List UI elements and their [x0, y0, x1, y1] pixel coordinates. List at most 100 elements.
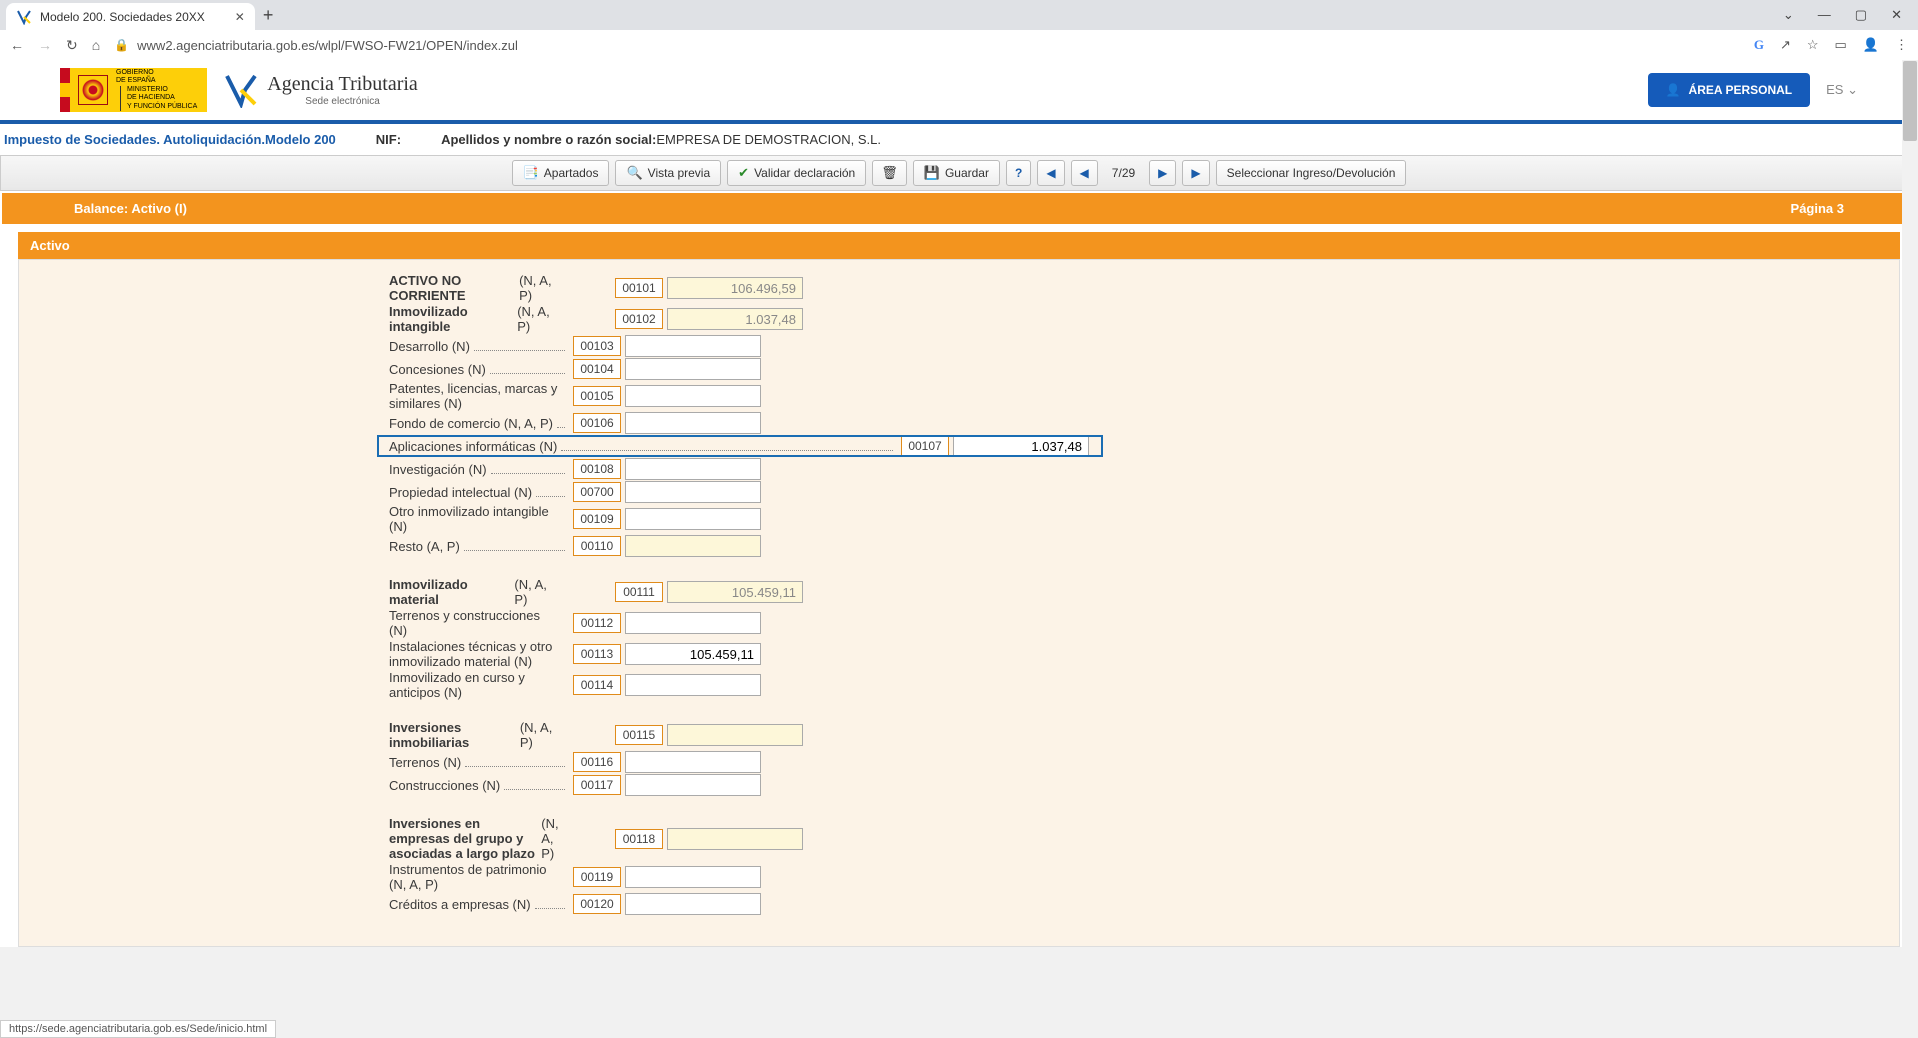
favorite-icon[interactable]: ☆: [1807, 37, 1819, 53]
field-00114[interactable]: [625, 674, 761, 696]
row-00102: Inmovilizado intangible (N, A, P) 00102: [19, 304, 1899, 334]
activo-label: Activo: [30, 238, 70, 253]
scroll-thumb[interactable]: [1903, 61, 1917, 141]
language-selector[interactable]: ES ⌄: [1826, 82, 1858, 98]
new-tab-button[interactable]: +: [263, 5, 274, 26]
row-label-bold: ACTIVO NO CORRIENTE: [389, 273, 519, 303]
code-box: 00114: [573, 675, 621, 695]
dots: [491, 473, 565, 474]
address-bar: ← → ↻ ⌂ 🔒 www2.agenciatributaria.gob.es/…: [0, 30, 1918, 60]
row-label: Terrenos (N): [389, 755, 461, 770]
min-line1: MINISTERIO: [127, 86, 168, 93]
row-00103: Desarrollo (N) 00103: [19, 335, 1899, 357]
row-label: Aplicaciones informáticas (N): [389, 439, 557, 454]
chevron-down-icon[interactable]: ⌄: [1783, 7, 1794, 23]
page-indicator: 7 / 29: [1104, 160, 1143, 186]
field-00104[interactable]: [625, 358, 761, 380]
maximize-icon[interactable]: ▢: [1855, 7, 1867, 23]
ingreso-button[interactable]: Seleccionar Ingreso/Devolución: [1216, 160, 1407, 186]
next-page-button[interactable]: ▶: [1149, 160, 1176, 186]
code-box: 00700: [573, 482, 621, 502]
nav-icons: ← → ↻ ⌂: [10, 37, 100, 54]
code-box: 00116: [573, 752, 621, 772]
browser-chrome: Modelo 200. Sociedades 20XX ✕ + ⌄ — ▢ ✕ …: [0, 0, 1918, 60]
url-box[interactable]: 🔒 www2.agenciatributaria.gob.es/wlpl/FWS…: [114, 38, 1740, 53]
field-00106[interactable]: [625, 412, 761, 434]
google-icon[interactable]: G: [1754, 37, 1764, 53]
first-page-button[interactable]: ◀: [1037, 160, 1064, 186]
reload-icon[interactable]: ↻: [66, 37, 78, 54]
guardar-button[interactable]: 💾Guardar: [913, 160, 1000, 186]
form-title-link[interactable]: Impuesto de Sociedades. Autoliquidación.…: [4, 132, 336, 147]
row-00111: Inmovilizado material (N, A, P) 00111: [19, 577, 1899, 607]
row-00109: Otro inmovilizado intangible (N) 00109: [19, 504, 1899, 534]
min-line3: Y FUNCIÓN PÚBLICA: [127, 103, 197, 110]
scrollbar[interactable]: [1902, 60, 1918, 1038]
ingreso-label: Seleccionar Ingreso/Devolución: [1227, 166, 1396, 180]
row-00115: Inversiones inmobiliarias (N, A, P) 0011…: [19, 720, 1899, 750]
code-box: 00117: [573, 775, 621, 795]
help-button[interactable]: ?: [1006, 160, 1031, 186]
row-00104: Concesiones (N) 00104: [19, 358, 1899, 380]
code-box: 00111: [615, 582, 663, 602]
row-label-suffix: (N, A, P): [519, 273, 561, 303]
prev-page-button[interactable]: ◀: [1071, 160, 1098, 186]
field-00102: [667, 308, 803, 330]
field-00117[interactable]: [625, 774, 761, 796]
field-00700[interactable]: [625, 481, 761, 503]
home-icon[interactable]: ⌂: [92, 37, 100, 53]
section-wrap: Activo ACTIVO NO CORRIENTE (N, A, P) 001…: [0, 224, 1918, 947]
menu-icon[interactable]: ⋮: [1895, 37, 1908, 53]
row-label-bold: Inmovilizado intangible: [389, 304, 517, 334]
code-box: 00104: [573, 359, 621, 379]
row-label: Instrumentos de patrimonio (N, A, P): [389, 862, 561, 892]
field-00110: [625, 535, 761, 557]
page-total: 29: [1122, 166, 1135, 180]
field-00119[interactable]: [625, 866, 761, 888]
code-box: 00109: [573, 509, 621, 529]
field-00107[interactable]: [953, 435, 1089, 457]
field-00115: [667, 724, 803, 746]
close-window-icon[interactable]: ✕: [1891, 7, 1902, 23]
gov-logo[interactable]: GOBIERNO DE ESPAÑA MINISTERIO DE HACIEND…: [60, 68, 207, 112]
aeat-logo[interactable]: Agencia Tributaria Sede electrónica: [223, 72, 418, 108]
field-00113[interactable]: [625, 643, 761, 665]
field-00108[interactable]: [625, 458, 761, 480]
last-page-button[interactable]: ▶: [1182, 160, 1209, 186]
field-00120[interactable]: [625, 893, 761, 915]
help-icon: ?: [1015, 166, 1022, 180]
apartados-button[interactable]: 📑Apartados: [512, 160, 610, 186]
vista-previa-button[interactable]: 🔍Vista previa: [615, 160, 721, 186]
validar-button[interactable]: ✔Validar declaración: [727, 160, 866, 186]
share-icon[interactable]: ↗: [1780, 37, 1791, 53]
lang-label: ES: [1826, 82, 1843, 97]
user-icon: 👤: [1666, 83, 1681, 97]
delete-button[interactable]: 🗑: [872, 160, 907, 186]
row-00116: Terrenos (N) 00116: [19, 751, 1899, 773]
dots: [490, 373, 565, 374]
forward-icon[interactable]: →: [38, 37, 52, 53]
profile-icon[interactable]: 👤: [1863, 37, 1879, 53]
row-label-suffix: (N, A, P): [514, 577, 561, 607]
field-00101: [667, 277, 803, 299]
row-00117: Construcciones (N) 00117: [19, 774, 1899, 796]
field-00116[interactable]: [625, 751, 761, 773]
field-00105[interactable]: [625, 385, 761, 407]
close-tab-icon[interactable]: ✕: [235, 10, 245, 24]
row-label: Inmovilizado en curso y anticipos (N): [389, 670, 561, 700]
field-00103[interactable]: [625, 335, 761, 357]
minimize-icon[interactable]: —: [1818, 7, 1831, 23]
flag-es-icon: [60, 68, 70, 112]
save-icon: 💾: [924, 165, 940, 181]
panel-icon[interactable]: ▭: [1835, 37, 1847, 53]
area-personal-button[interactable]: 👤 ÁREA PERSONAL: [1648, 73, 1811, 107]
next-icon: ▶: [1158, 166, 1167, 180]
row-label: Instalaciones técnicas y otro inmoviliza…: [389, 639, 561, 669]
back-icon[interactable]: ←: [10, 37, 24, 53]
field-00112[interactable]: [625, 612, 761, 634]
field-00109[interactable]: [625, 508, 761, 530]
row-00120: Créditos a empresas (N) 00120: [19, 893, 1899, 915]
dots: [465, 766, 565, 767]
row-label-bold: Inversiones inmobiliarias: [389, 720, 520, 750]
browser-tab[interactable]: Modelo 200. Sociedades 20XX ✕: [6, 3, 255, 31]
